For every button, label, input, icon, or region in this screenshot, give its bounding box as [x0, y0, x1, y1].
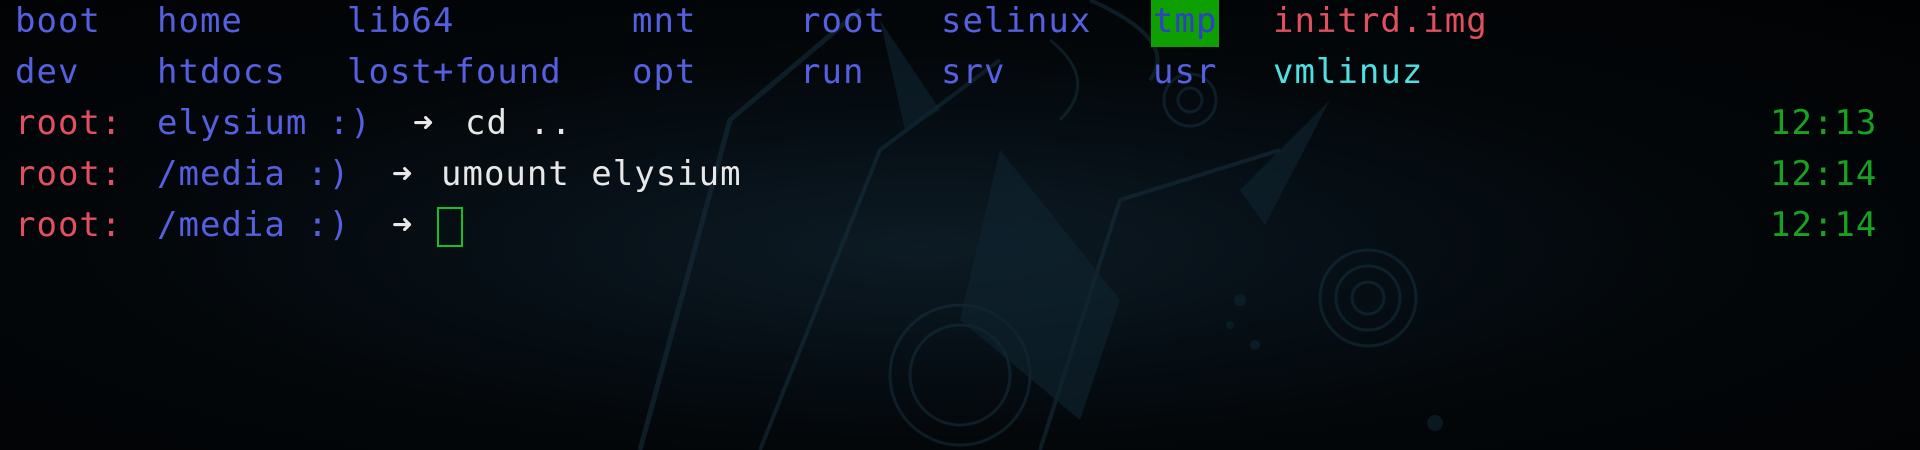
prompt-timestamp: 12:14 [1770, 154, 1878, 194]
ls-entry-dev[interactable]: dev [15, 47, 79, 98]
ls-entry-srv[interactable]: srv [941, 47, 1005, 98]
text-cursor[interactable] [437, 207, 463, 247]
ls-entry-run[interactable]: run [800, 47, 864, 98]
prompt-arrow-icon: ➜ [392, 205, 414, 245]
prompt-arrow-icon: ➜ [392, 154, 414, 194]
prompt-timestamp: 12:13 [1770, 103, 1878, 143]
ls-entry-vmlinuz[interactable]: vmlinuz [1273, 47, 1423, 98]
prompt-timestamp: 12:14 [1770, 205, 1878, 245]
terminal-window[interactable]: boot home lib64 mnt root selinux tmp ini… [0, 0, 1920, 450]
ls-entry-mnt[interactable]: mnt [632, 0, 696, 47]
ls-entry-lost-found[interactable]: lost+found [347, 47, 562, 98]
prompt-path: /media :) [157, 154, 351, 194]
prompt-user: root: [15, 205, 123, 245]
prompt-path: /media :) [157, 205, 351, 245]
command-text: umount elysium [441, 154, 742, 194]
prompt-user: root: [15, 103, 123, 143]
prompt-arrow-icon: ➜ [413, 103, 435, 143]
ls-entry-initrd-img[interactable]: initrd.img [1273, 0, 1488, 47]
ls-entry-selinux[interactable]: selinux [941, 0, 1091, 47]
ls-output-row-1: boot home lib64 mnt root selinux tmp ini… [0, 0, 1487, 47]
ls-entry-opt[interactable]: opt [632, 47, 696, 98]
prompt-line-current: root: /media :) ➜ 12:14 [0, 200, 1920, 251]
ls-entry-boot[interactable]: boot [15, 0, 101, 47]
ls-entry-home[interactable]: home [157, 0, 243, 47]
ls-entry-usr[interactable]: usr [1153, 47, 1217, 98]
ls-entry-root[interactable]: root [800, 0, 886, 47]
ls-entry-lib64[interactable]: lib64 [347, 0, 454, 47]
prompt-user: root: [15, 154, 123, 194]
ls-entry-tmp[interactable]: tmp [1151, 0, 1220, 47]
ls-entry-htdocs[interactable]: htdocs [157, 47, 286, 98]
ls-output-row-2: dev htdocs lost+found opt run srv usr vm… [0, 47, 1422, 98]
prompt-path: elysium :) [157, 103, 372, 143]
command-text: cd .. [465, 103, 573, 143]
prompt-line-2: root: /media :) ➜ umount elysium 12:14 [0, 149, 1920, 200]
prompt-line-1: root: elysium :) ➜ cd .. 12:13 [0, 98, 1920, 149]
